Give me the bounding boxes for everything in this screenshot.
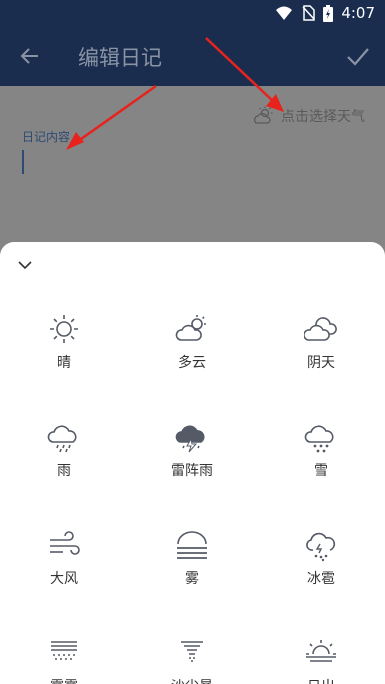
weather-label: 冰雹 [307,571,335,587]
sunrise-icon [306,640,336,662]
weather-option-cloudy[interactable]: 多云 [128,312,256,392]
sandstorm-icon [181,641,203,662]
weather-option-thunderstorm[interactable]: 雷阵雨 [128,420,256,500]
hail-icon [306,532,336,562]
weather-label: 大风 [50,571,78,587]
weather-label: 沙尘暴 [128,676,256,684]
weather-label: 阴天 [307,355,335,371]
weather-label: 雾 [185,571,199,587]
rain-icon [47,425,77,453]
status-bar: 4:07 [0,0,385,26]
weather-option-wind[interactable]: 大风 [0,528,128,608]
weather-label: 日出 [257,676,385,684]
weather-prompt-label: 点击选择天气 [281,109,365,125]
weather-outline-icon [253,106,273,124]
weather-option-sunny[interactable]: 晴 [0,312,128,392]
fog-icon [177,531,207,559]
page-title: 编辑日记 [78,46,162,70]
weather-label: 晴 [57,355,71,371]
wifi-icon [276,6,293,20]
weather-picker-button[interactable]: 点击选择天气 [253,106,365,126]
no-sim-icon [302,5,316,21]
battery-icon [323,4,334,22]
snow-icon [304,425,334,453]
app-bar: 编辑日记 [0,26,385,86]
status-icons: 4:07 [275,4,375,22]
weather-option-sunrise[interactable]: 日出 [257,636,385,684]
weather-option-fog[interactable]: 雾 [128,528,256,608]
chevron-down-icon[interactable] [16,258,34,272]
wind-icon [50,531,80,555]
content-label: 日记内容 [22,130,71,144]
weather-label: 多云 [178,355,206,371]
weather-bottom-sheet: 晴 多云 阴天 雨 雷阵雨 雪 大风 雾 冰雹 [0,242,385,684]
partly-cloudy-icon [175,315,206,341]
weather-option-sandstorm[interactable]: 沙尘暴 [128,636,256,684]
text-cursor[interactable] [22,150,24,174]
weather-label: 霾霾 [0,676,128,684]
weather-option-hail[interactable]: 冰雹 [257,528,385,608]
weather-label: 雷阵雨 [171,463,213,479]
weather-label: 雪 [314,463,328,479]
back-arrow-icon[interactable] [18,44,42,68]
haze-icon [51,641,77,660]
weather-option-overcast[interactable]: 阴天 [257,312,385,392]
weather-label: 雨 [57,463,71,479]
checkmark-icon[interactable] [345,43,371,69]
weather-option-haze[interactable]: 霾霾 [0,636,128,684]
weather-option-rain[interactable]: 雨 [0,420,128,500]
overcast-icon [304,317,337,341]
sun-icon [50,315,78,343]
weather-option-snow[interactable]: 雪 [257,420,385,500]
status-time: 4:07 [341,4,375,22]
thunderstorm-icon [175,425,205,453]
